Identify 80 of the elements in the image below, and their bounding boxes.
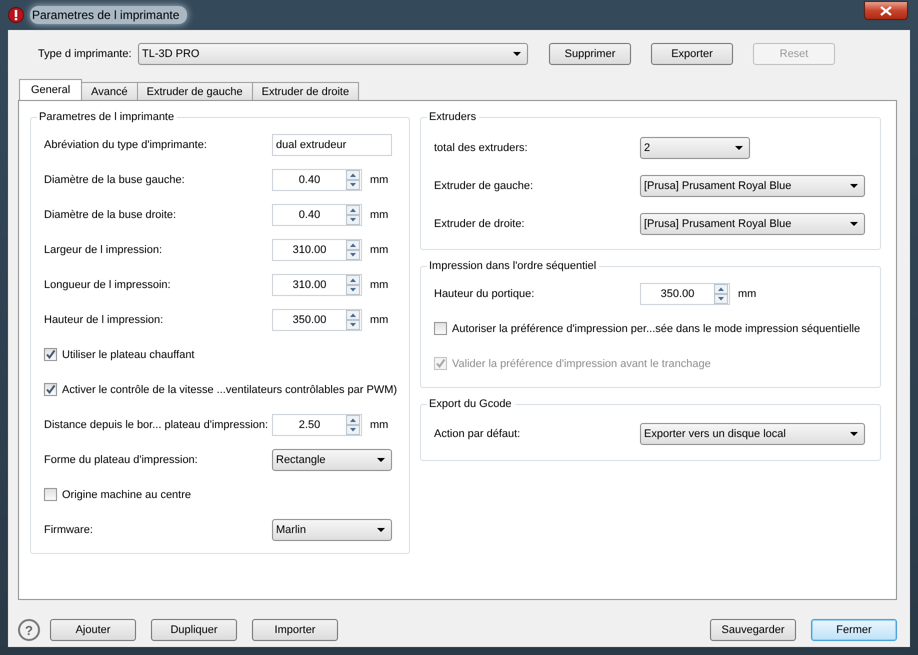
unit-label: mm: [370, 244, 388, 256]
checkbox[interactable]: [434, 322, 447, 335]
dialog-button[interactable]: Ajouter: [50, 619, 136, 641]
dialog-button[interactable]: Fermer: [811, 619, 897, 641]
close-icon: [880, 6, 892, 16]
group-title: Extruders: [428, 111, 478, 123]
dropdown[interactable]: [Prusa] Prusament Royal Blue: [640, 213, 865, 235]
stepper-icon: [346, 170, 360, 190]
tab[interactable]: Avancé: [81, 82, 138, 100]
toolbar-button[interactable]: Exporter: [651, 43, 733, 65]
dialog-button[interactable]: Dupliquer: [151, 619, 237, 641]
input-field[interactable]: dual extrudeur: [272, 134, 392, 156]
unit-label: mm: [370, 418, 388, 430]
field-label: Diamètre de la buse droite:: [44, 208, 178, 220]
field-label: Longueur de l impressoin:: [44, 278, 172, 290]
spin-field[interactable]: 310.00: [272, 274, 362, 296]
field-label: total des extruders:: [434, 142, 529, 154]
checkbox-label: Valider la préférence d'impression avant le tranchage: [452, 358, 711, 370]
printer-type-dropdown[interactable]: TL-3D PRO: [138, 43, 528, 65]
checkbox[interactable]: [44, 488, 57, 501]
checkbox[interactable]: [44, 383, 57, 396]
caret-icon: [850, 222, 858, 226]
unit-label: mm: [370, 314, 388, 326]
stepper-icon: [346, 414, 360, 434]
spin-field[interactable]: 350.00: [640, 282, 730, 304]
stepper-icon: [346, 240, 360, 260]
caret-icon: [735, 146, 743, 150]
field-label: Largeur de l impression:: [44, 244, 164, 256]
dialog-button[interactable]: Importer: [252, 619, 338, 641]
field-label: Extruder de droite:: [434, 218, 526, 230]
field-label: Abréviation du type d'imprimante:: [44, 138, 208, 150]
unit-label: mm: [370, 208, 388, 220]
field-label: Distance depuis le bor... plateau d'impression:: [44, 418, 270, 430]
close-button[interactable]: [864, 1, 908, 20]
caret-icon: [377, 458, 385, 462]
unit-label: mm: [370, 174, 388, 186]
caret-icon: [850, 184, 858, 188]
caret-icon: [850, 432, 858, 436]
spin-field[interactable]: 0.40: [272, 168, 362, 190]
field-label: Action par défaut:: [434, 428, 522, 440]
dropdown[interactable]: [Prusa] Prusament Royal Blue: [640, 175, 865, 197]
dropdown[interactable]: Exporter vers un disque local: [640, 423, 865, 445]
group-title: Parametres de l imprimante: [38, 111, 176, 123]
stepper-icon: [714, 284, 728, 304]
group-title: Export du Gcode: [428, 398, 513, 410]
window-title: Parametres de l imprimante: [30, 6, 188, 24]
field-label: Extruder de gauche:: [434, 180, 534, 192]
stepper-icon: [346, 204, 360, 224]
dropdown[interactable]: Rectangle: [272, 448, 392, 470]
tab[interactable]: General: [19, 79, 82, 100]
unit-label: mm: [370, 278, 388, 290]
field-label: Hauteur de l impression:: [44, 314, 164, 326]
spin-field[interactable]: 350.00: [272, 308, 362, 330]
tab[interactable]: Extruder de droite: [252, 82, 360, 100]
checkbox-label: Origine machine au centre: [62, 488, 192, 500]
group-title: Impression dans l'ordre séquentiel: [428, 260, 598, 272]
dropdown[interactable]: 2: [640, 137, 750, 159]
unit-label: mm: [738, 288, 756, 300]
dropdown[interactable]: Marlin: [272, 518, 392, 540]
checkbox-label: Activer le contrôle de la vitesse ...ventilateurs contrôlables par PWM): [62, 384, 398, 396]
field-label: Firmware:: [44, 524, 94, 536]
caret-icon: [377, 528, 385, 532]
caret-icon: [513, 52, 521, 56]
field-label: Hauteur du portique:: [434, 288, 536, 300]
spin-field[interactable]: 2.50: [272, 414, 362, 436]
stepper-icon: [346, 274, 360, 294]
spin-field[interactable]: 0.40: [272, 204, 362, 226]
alert-icon: [8, 7, 24, 23]
field-label: Forme du plateau d'impression:: [44, 454, 199, 466]
checkbox-label: Utiliser le plateau chauffant: [62, 348, 194, 360]
help-button[interactable]: ?: [18, 619, 40, 641]
checkbox-label: Autoriser la préférence d'impression per...sée dans le mode impression séquentielle: [452, 322, 860, 334]
dialog-button[interactable]: Sauvegarder: [710, 619, 796, 641]
field-label: Diamètre de la buse gauche:: [44, 174, 186, 186]
stepper-icon: [346, 310, 360, 330]
tab[interactable]: Extruder de gauche: [136, 82, 253, 100]
toolbar-button[interactable]: Supprimer: [549, 43, 631, 65]
spin-field[interactable]: 310.00: [272, 238, 362, 260]
field-label: Type d imprimante:: [38, 48, 133, 60]
checkbox[interactable]: [44, 348, 57, 361]
